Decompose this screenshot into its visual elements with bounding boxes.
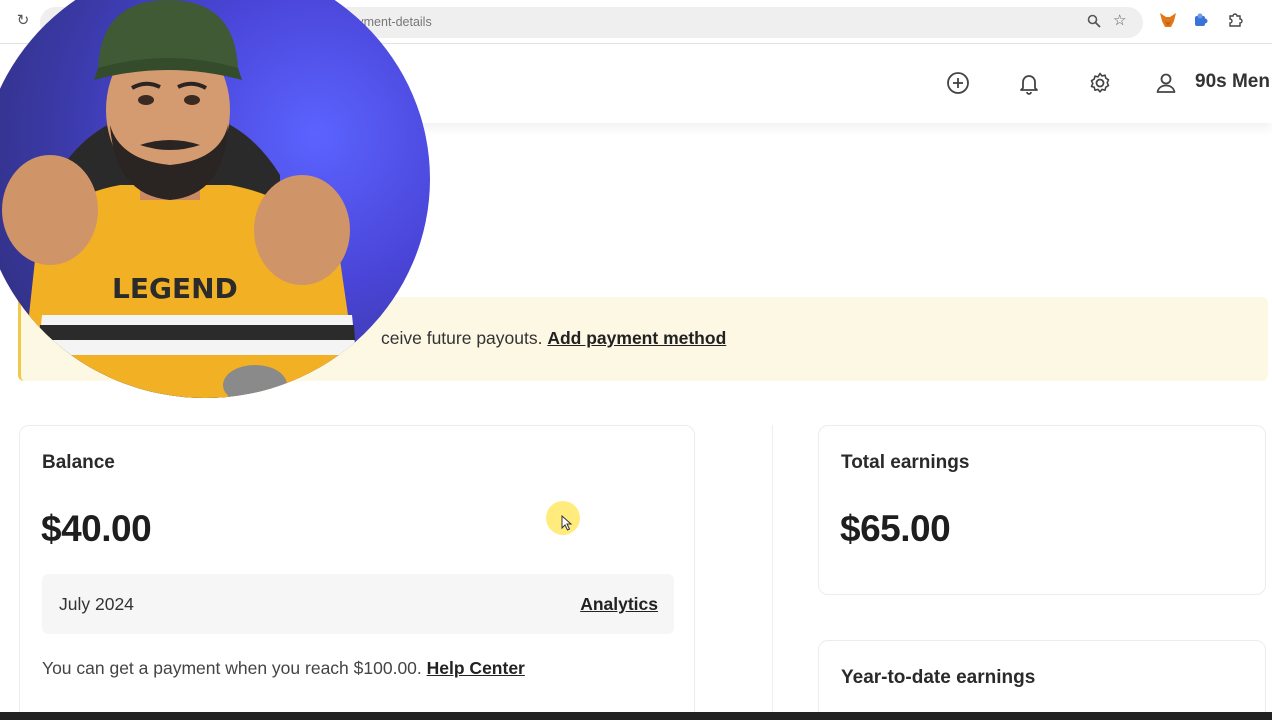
- reload-icon[interactable]: ↻: [14, 12, 32, 30]
- zoom-icon[interactable]: [1087, 14, 1103, 30]
- balance-amount: $40.00: [41, 508, 152, 549]
- notice-text: ceive future payouts. Add payment method: [381, 328, 726, 349]
- ytd-earnings-card: Year-to-date earnings: [818, 640, 1266, 720]
- gear-icon[interactable]: [1088, 71, 1112, 95]
- bell-icon[interactable]: [1017, 71, 1041, 95]
- star-icon[interactable]: ☆: [1113, 12, 1131, 30]
- help-center-link[interactable]: Help Center: [427, 658, 525, 678]
- payment-threshold-note: You can get a payment when you reach $10…: [42, 658, 525, 679]
- month-label: July 2024: [59, 594, 134, 614]
- payment-note-text: You can get a payment when you reach $10…: [42, 658, 427, 678]
- month-row: July 2024 Analytics: [42, 574, 674, 634]
- metamask-icon[interactable]: [1158, 12, 1178, 32]
- add-icon[interactable]: [946, 71, 970, 95]
- account-name[interactable]: 90s Men: [1195, 71, 1270, 93]
- total-earnings-card: Total earnings $65.00: [818, 425, 1266, 595]
- puzzle-icon[interactable]: [1225, 12, 1245, 32]
- balance-label: Balance: [42, 452, 115, 473]
- notice-message: ceive future payouts.: [381, 328, 548, 348]
- balance-card: Balance $40.00 July 2024 Analytics You c…: [19, 425, 695, 720]
- shirt-text: LEGEND: [112, 272, 238, 305]
- total-earnings-amount: $65.00: [840, 508, 951, 549]
- user-icon[interactable]: [1154, 71, 1178, 95]
- taskbar: [0, 712, 1272, 720]
- cursor-arrow-icon: [561, 515, 573, 531]
- extension-icon[interactable]: [1191, 12, 1211, 32]
- column-divider: [772, 425, 773, 720]
- total-earnings-label: Total earnings: [841, 452, 970, 473]
- ytd-earnings-label: Year-to-date earnings: [841, 667, 1036, 688]
- add-payment-method-link[interactable]: Add payment method: [547, 328, 726, 348]
- analytics-link[interactable]: Analytics: [580, 594, 658, 615]
